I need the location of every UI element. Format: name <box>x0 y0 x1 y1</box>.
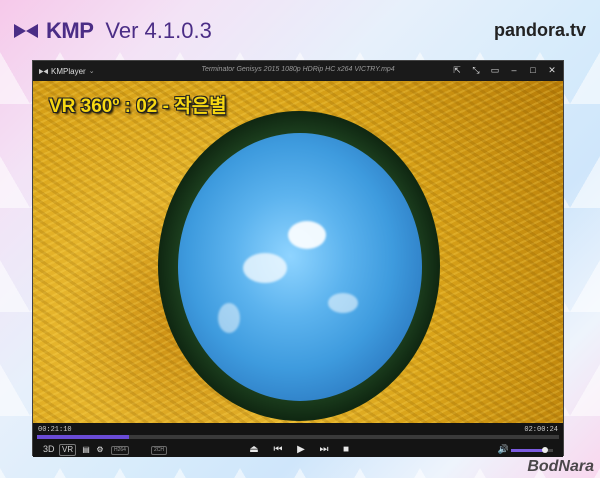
current-time: 00:21:10 <box>38 426 72 434</box>
volume-knob[interactable] <box>541 447 548 453</box>
brand-version: Ver 4.1.0.3 <box>105 18 212 43</box>
window-controls: ⇱ ⤡ ▭ – □ ✕ <box>452 64 557 77</box>
site-logo: pandora.tv <box>493 20 586 40</box>
kmp-logo-icon <box>14 24 38 38</box>
kmp-brand: KMP Ver 4.1.0.3 <box>14 18 212 44</box>
codec-tag: H264 <box>111 446 129 455</box>
vr-button[interactable]: VR <box>59 444 77 456</box>
volume-icon[interactable]: 🔊 <box>498 444 509 455</box>
settings-gear-icon[interactable]: ⚙ <box>93 444 107 456</box>
seek-bar[interactable] <box>37 435 559 439</box>
stop-icon[interactable]: ■ <box>339 444 353 456</box>
watermark: BodNara <box>527 458 594 475</box>
channel-tag: 2CH <box>151 446 168 455</box>
title-bar[interactable]: KMPlayer ⌄ Terminator Genisys 2015 1080p… <box>33 61 563 81</box>
control-bar: 00:21:10 02:00:24 3D VR ▤ ⚙ H264 2CH ⏏ ⏮… <box>33 423 563 457</box>
previous-icon[interactable]: ⏮ <box>271 444 285 456</box>
video-frame[interactable]: VR 360º : 02 - 작은별 <box>33 81 563 423</box>
volume-level <box>511 449 545 452</box>
volume-slider[interactable] <box>511 447 553 453</box>
mini-mode-icon[interactable]: ⤡ <box>471 64 481 77</box>
eject-icon[interactable]: ⏏ <box>247 444 261 456</box>
player-window: KMPlayer ⌄ Terminator Genisys 2015 1080p… <box>32 60 564 457</box>
close-icon[interactable]: ✕ <box>547 64 557 77</box>
seek-progress <box>37 435 129 439</box>
brand-name: KMP <box>46 18 94 43</box>
video-overlay-caption: VR 360º : 02 - 작은별 <box>49 96 227 117</box>
total-time: 02:00:24 <box>524 426 558 434</box>
play-icon[interactable]: ▶ <box>294 444 308 456</box>
maximize-icon[interactable]: □ <box>528 64 538 77</box>
pin-icon[interactable]: ⇱ <box>452 64 462 77</box>
next-icon[interactable]: ⏭ <box>317 444 331 456</box>
minimize-icon[interactable]: – <box>509 64 519 77</box>
skin-icon[interactable]: ▭ <box>490 64 500 77</box>
playlist-icon[interactable]: ▤ <box>79 444 93 456</box>
sky-area <box>178 133 422 401</box>
3d-button[interactable]: 3D <box>41 444 57 454</box>
